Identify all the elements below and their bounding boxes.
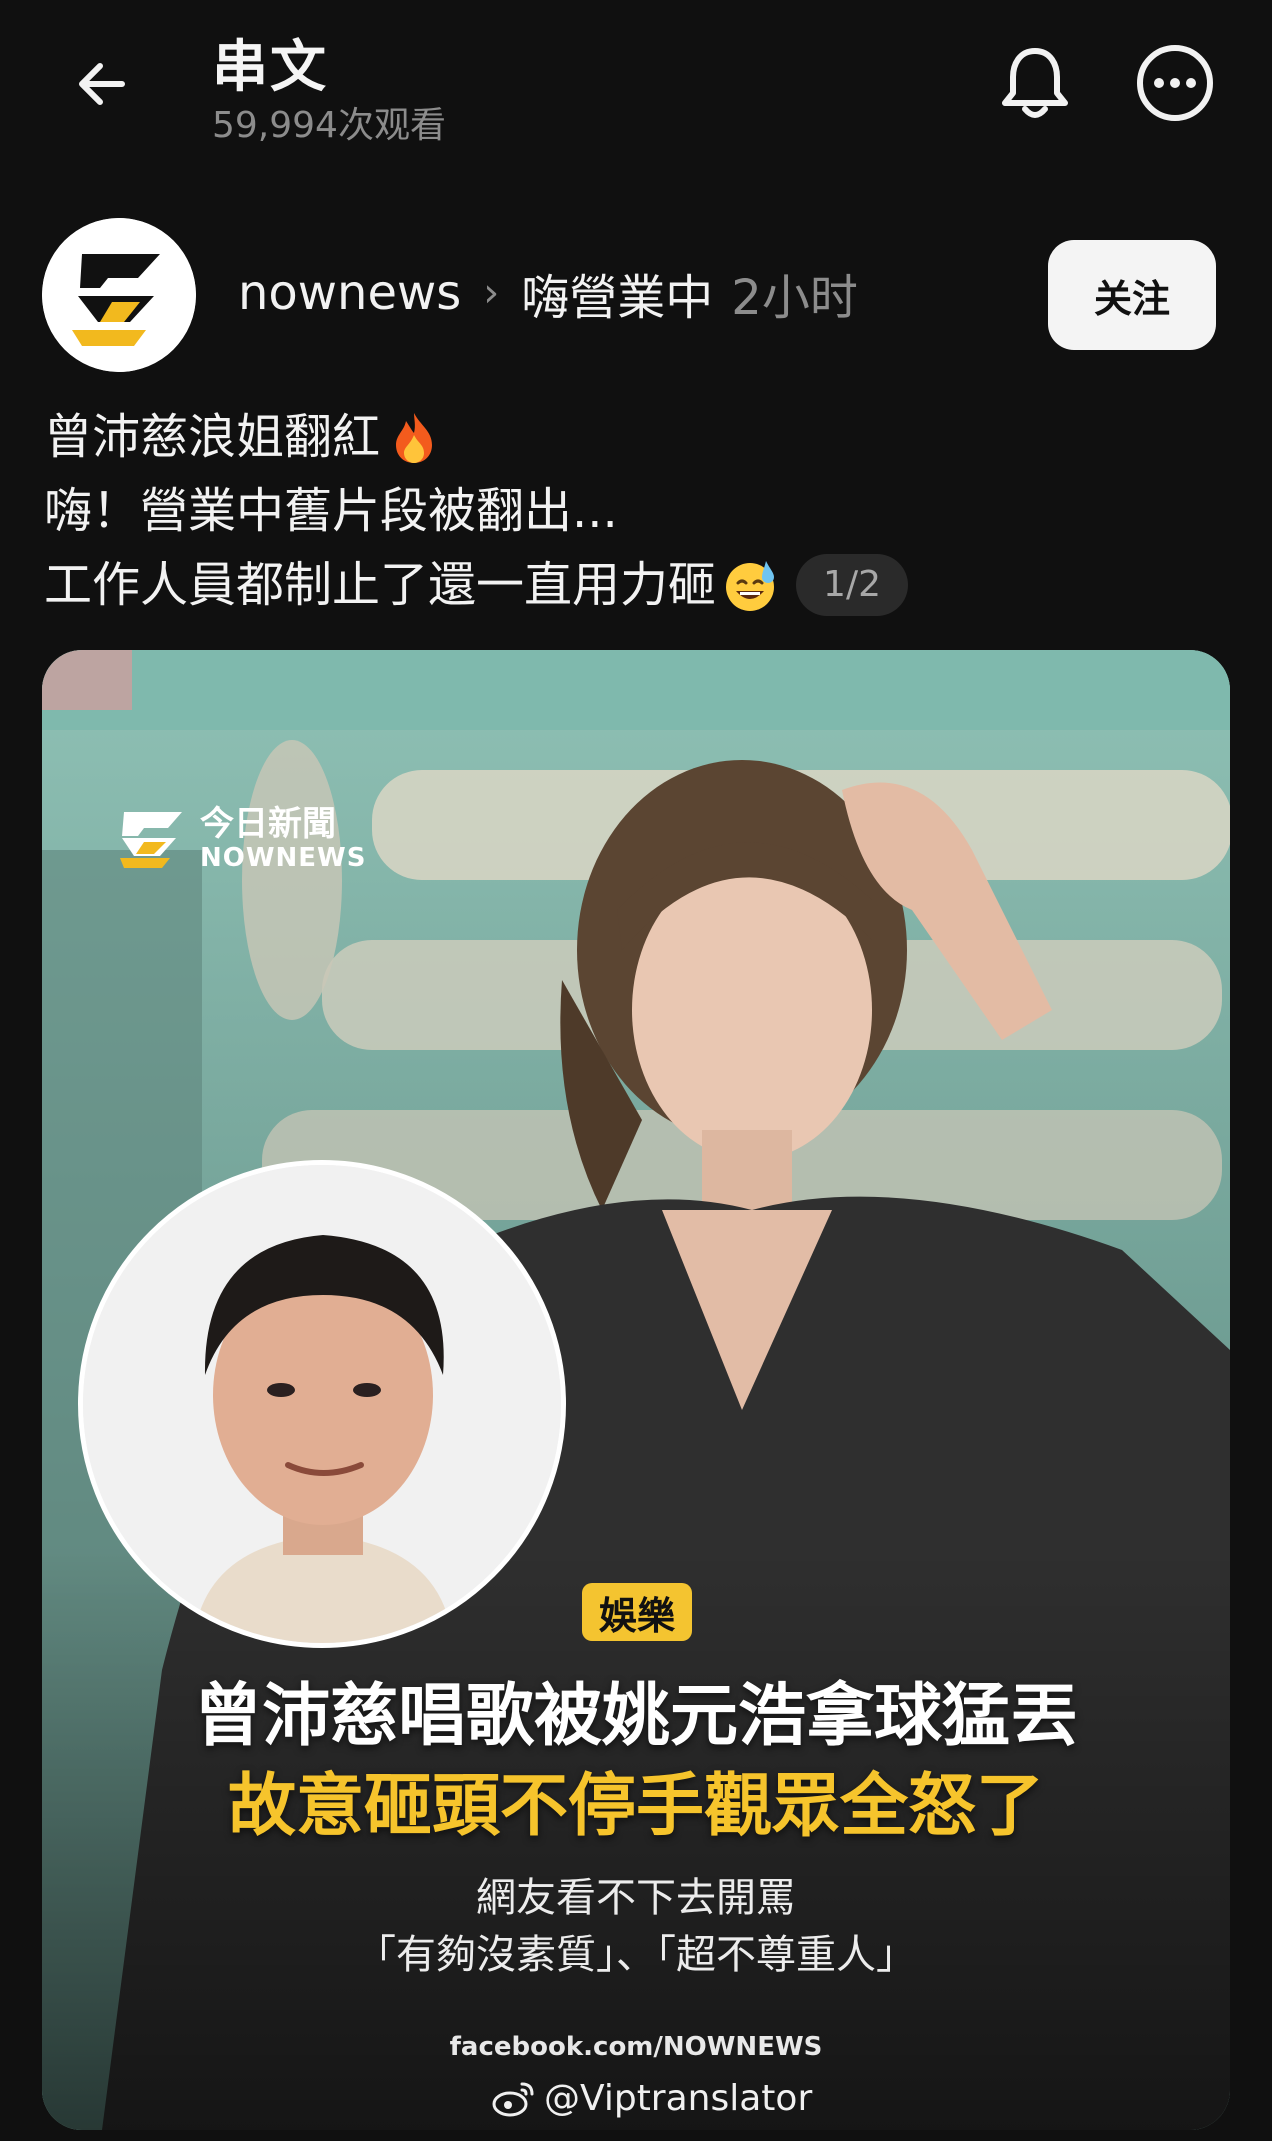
caption-line-2: 嗨！營業中舊片段被翻出...: [44, 483, 618, 539]
post-time: 2小时: [731, 270, 858, 326]
source-url: facebook.com/NOWNEWS: [449, 2032, 823, 2062]
brand-logo: 今日新聞 NOWNEWS: [118, 805, 366, 873]
more-horizontal-icon: [1137, 45, 1213, 121]
watermark-text: @Viptranslator: [544, 2078, 813, 2119]
headline-line-2: 故意砸頭不停手觀眾全怒了: [227, 1767, 1044, 1846]
post-caption: 曾沛慈浪姐翻紅 嗨！營業中舊片段被翻出... 工作人員都制止了還一直用力砸 1/…: [44, 400, 909, 622]
subheadline-line-1: 網友看不下去開罵: [476, 1875, 796, 1921]
notifications-button[interactable]: [990, 38, 1080, 128]
image-pager: 1/2: [796, 554, 909, 616]
caption-line-1: 曾沛慈浪姐翻紅: [44, 409, 381, 465]
more-options-button[interactable]: [1130, 38, 1220, 128]
view-count: 59,994次观看: [212, 105, 446, 146]
chevron-right-icon: ›: [483, 270, 500, 316]
category-tag: 娛樂: [582, 1583, 692, 1641]
inset-portrait: [78, 1160, 566, 1648]
bell-icon: [1002, 48, 1068, 118]
weibo-watermark: @Viptranslator: [492, 2078, 812, 2119]
fire-emoji-icon: [396, 413, 433, 463]
page-title: 串文: [212, 35, 328, 100]
man-portrait: [83, 1165, 561, 1643]
post-image[interactable]: 今日新聞 NOWNEWS 娛樂 曾沛慈唱歌被姚元浩拿球猛丟 故意砸頭不停手觀眾全…: [42, 650, 1230, 2130]
headline-line-1: 曾沛慈唱歌被姚元浩拿球猛丟: [193, 1677, 1078, 1756]
nownews-logo-icon: [120, 812, 182, 868]
top-bar: 串文 59,994次观看: [0, 0, 1272, 160]
author-name[interactable]: nownews: [238, 265, 461, 321]
arrow-left-icon: [79, 63, 125, 105]
author-line: nownews › 嗨營業中 2小时: [238, 258, 858, 328]
nownews-logo-icon: [42, 218, 196, 372]
caption-line-3: 工作人員都制止了還一直用力砸: [44, 557, 717, 613]
sweat-smile-emoji-icon: [726, 561, 775, 611]
channel-name[interactable]: 嗨營業中: [521, 258, 713, 328]
brand-name-en: NOWNEWS: [200, 843, 367, 873]
back-button[interactable]: [62, 44, 142, 124]
brand-name-cn: 今日新聞: [200, 804, 336, 844]
author-avatar[interactable]: [42, 218, 196, 372]
follow-button[interactable]: 关注: [1048, 240, 1216, 350]
subheadline-line-2: 「有夠沒素質」、「超不尊重人」: [356, 1932, 916, 1978]
weibo-icon: [492, 2082, 534, 2116]
